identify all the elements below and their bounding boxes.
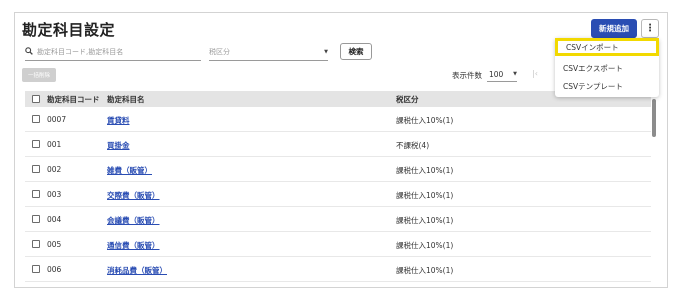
table-row: 004 会議費（販管） 課税仕入10%(1) (25, 207, 651, 232)
row-code: 003 (47, 190, 62, 199)
row-checkbox[interactable] (32, 240, 40, 248)
header-code: 勘定科目コード (47, 94, 100, 104)
row-checkbox[interactable] (32, 115, 40, 123)
select-all-checkbox[interactable] (32, 95, 40, 103)
row-tax: 課税仕入10%(1) (396, 266, 454, 275)
search-placeholder: 勘定科目コード,勘定科目名 (37, 48, 124, 56)
row-name-link[interactable]: 雑費（販管） (107, 165, 152, 176)
per-page-label: 表示件数 (452, 71, 482, 80)
menu-item-csv-export[interactable]: CSVエクスポート (555, 59, 659, 77)
row-code: 005 (47, 240, 62, 249)
more-vertical-icon: ⋮ (645, 23, 655, 34)
dropdown-caret-icon: ▼ (324, 49, 328, 55)
table-row: 006 消耗品費（販管） 課税仕入10%(1) (25, 257, 651, 282)
row-checkbox[interactable] (32, 190, 40, 198)
row-checkbox[interactable] (32, 215, 40, 223)
row-name-link[interactable]: 通信費（販管） (107, 240, 160, 251)
row-tax: 不課税(4) (396, 141, 430, 150)
row-tax: 課税仕入10%(1) (396, 166, 454, 175)
row-checkbox[interactable] (32, 265, 40, 273)
row-name-link[interactable]: 消耗品費（販管） (107, 265, 167, 276)
row-checkbox[interactable] (32, 140, 40, 148)
table-row: 003 交際費（販管） 課税仕入10%(1) (25, 182, 651, 207)
row-code: 001 (47, 140, 62, 149)
row-tax: 課税仕入10%(1) (396, 191, 454, 200)
table-row: 0007 賃貸料 課税仕入10%(1) (25, 107, 651, 132)
new-button[interactable]: 新規追加 (591, 19, 637, 38)
header-tax: 税区分 (396, 94, 419, 104)
row-code: 004 (47, 215, 62, 224)
row-tax: 課税仕入10%(1) (396, 216, 454, 225)
bulk-delete-button[interactable]: 一括削除 (22, 68, 56, 82)
row-tax: 課税仕入10%(1) (396, 116, 454, 125)
table-row: 002 雑費（販管） 課税仕入10%(1) (25, 157, 651, 182)
row-code: 0007 (47, 115, 67, 124)
row-name-link[interactable]: 買掛金 (107, 140, 130, 151)
page-title: 勘定科目設定 (22, 21, 116, 39)
vertical-scrollbar[interactable] (652, 99, 656, 137)
more-options-button[interactable]: ⋮ (641, 19, 659, 38)
search-button[interactable]: 検索 (340, 43, 372, 60)
row-name-link[interactable]: 交際費（販管） (107, 190, 160, 201)
table-row: 001 買掛金 不課税(4) (25, 132, 651, 157)
row-checkbox[interactable] (32, 165, 40, 173)
tax-category-placeholder: 税区分 (209, 48, 230, 56)
first-page-icon[interactable]: |‹ (532, 69, 538, 78)
header-name: 勘定科目名 (107, 94, 145, 104)
options-dropdown-menu: CSVインポート CSVエクスポート CSVテンプレート (555, 38, 659, 97)
table-row: 005 通信費（販管） 課税仕入10%(1) (25, 232, 651, 257)
menu-item-csv-import[interactable]: CSVインポート (555, 38, 659, 56)
per-page-value: 100 (489, 69, 504, 79)
tax-category-select[interactable]: 税区分 ▼ (209, 44, 328, 61)
menu-item-csv-template[interactable]: CSVテンプレート (555, 77, 659, 95)
dropdown-caret-icon: ▼ (513, 71, 517, 77)
row-code: 002 (47, 165, 62, 174)
row-name-link[interactable]: 会議費（販管） (107, 215, 160, 226)
row-name-link[interactable]: 賃貸料 (107, 115, 130, 126)
search-icon (25, 46, 37, 58)
row-code: 006 (47, 265, 62, 274)
row-tax: 課税仕入10%(1) (396, 241, 454, 250)
search-input[interactable]: 勘定科目コード,勘定科目名 (25, 44, 201, 61)
per-page-select[interactable]: 100 ▼ (487, 67, 517, 82)
